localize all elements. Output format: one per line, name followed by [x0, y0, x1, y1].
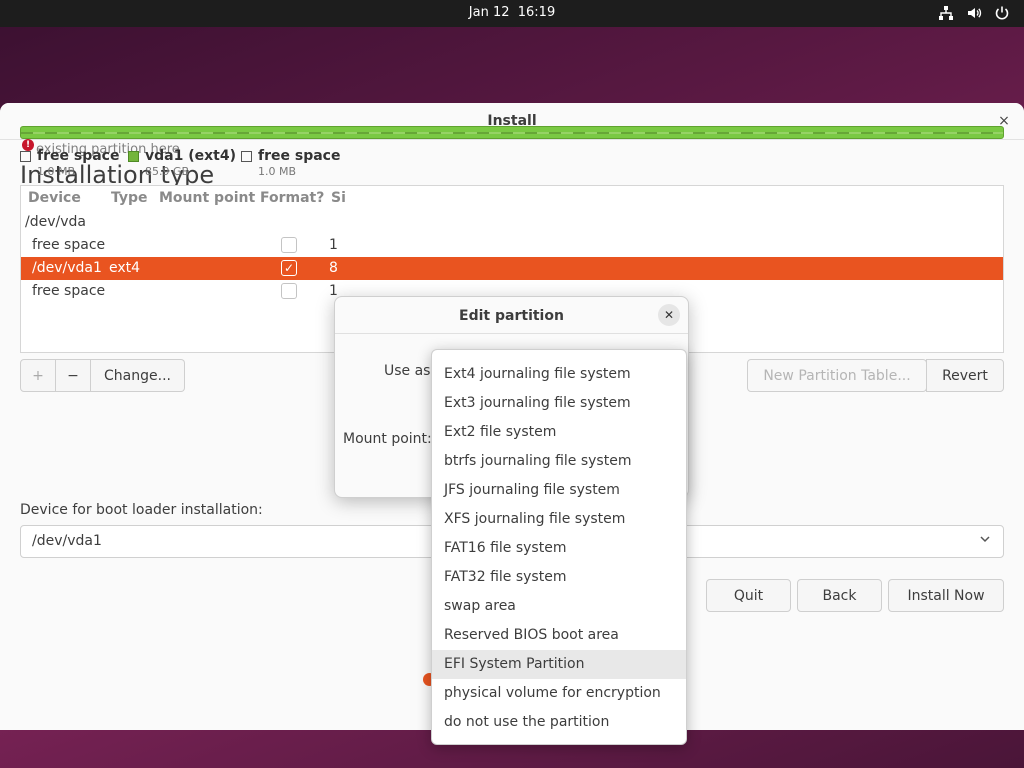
- quit-button[interactable]: Quit: [706, 579, 791, 612]
- use-as-option[interactable]: JFS journaling file system: [432, 476, 686, 505]
- volume-icon[interactable]: [966, 5, 982, 21]
- cell-type: ext4: [109, 260, 141, 276]
- boot-loader-label: Device for boot loader installation:: [20, 502, 263, 518]
- dialog-title: Edit partition: [459, 308, 564, 324]
- cell-size: 8: [329, 260, 338, 276]
- dialog-header[interactable]: Edit partition ✕: [335, 297, 688, 334]
- column-header-device[interactable]: Device: [28, 190, 81, 206]
- format-checkbox[interactable]: [281, 237, 297, 253]
- use-as-option[interactable]: do not use the partition: [432, 708, 686, 737]
- new-partition-table-button[interactable]: New Partition Table...: [747, 359, 927, 392]
- partition-toolbar: + − Change...: [20, 359, 185, 392]
- legend-swatch: [20, 151, 31, 162]
- table-row[interactable]: free space 1: [21, 234, 1003, 257]
- legend-item-free-space-2: free space 1.0 MB: [241, 148, 340, 178]
- power-icon[interactable]: [994, 5, 1010, 21]
- legend-name: vda1 (ext4): [145, 148, 236, 164]
- cell-device: free space: [32, 237, 106, 253]
- network-icon[interactable]: [938, 5, 954, 21]
- use-as-option[interactable]: XFS journaling file system: [432, 505, 686, 534]
- format-checkbox[interactable]: [281, 283, 297, 299]
- clock-time: 16:19: [517, 5, 556, 20]
- chevron-down-icon: [979, 533, 991, 549]
- legend-swatch: [128, 151, 139, 162]
- use-as-dropdown-list[interactable]: Ext4 journaling file system Ext3 journali…: [431, 349, 687, 745]
- install-now-button[interactable]: Install Now: [888, 579, 1004, 612]
- change-partition-button[interactable]: Change...: [91, 359, 185, 392]
- revert-button[interactable]: Revert: [926, 359, 1004, 392]
- column-header-size[interactable]: Si: [331, 190, 346, 206]
- mount-point-label: Mount point:: [343, 431, 432, 447]
- cell-device: /dev/vda: [25, 214, 86, 230]
- use-as-option[interactable]: swap area: [432, 592, 686, 621]
- legend-name: free space: [258, 148, 341, 164]
- legend-size: 1.0 MB: [258, 165, 297, 178]
- column-header-type[interactable]: Type: [111, 190, 148, 206]
- use-as-option[interactable]: Ext3 journaling file system: [432, 389, 686, 418]
- use-as-option[interactable]: btrfs journaling file system: [432, 447, 686, 476]
- legend-item-free-space-1: free space 1.0 MB: [20, 148, 119, 178]
- table-row[interactable]: /dev/vda: [21, 211, 1003, 234]
- legend-item-vda1: vda1 (ext4) 85.9 GB: [128, 148, 236, 178]
- format-checkbox[interactable]: ✓: [281, 260, 297, 276]
- use-as-option[interactable]: Reserved BIOS boot area: [432, 621, 686, 650]
- cell-size: 1: [329, 237, 338, 253]
- remove-partition-button[interactable]: −: [56, 359, 91, 392]
- column-header-mount-point[interactable]: Mount point: [159, 190, 255, 206]
- legend-name: free space: [37, 148, 120, 164]
- use-as-option[interactable]: EFI System Partition: [432, 650, 686, 679]
- table-header: Device Type Mount point Format? Si: [21, 186, 1003, 210]
- clock-date: Jan 12: [468, 5, 510, 20]
- table-row-selected[interactable]: /dev/vda1 ext4 ✓ 8: [21, 257, 1003, 280]
- boot-loader-value: /dev/vda1: [32, 533, 102, 549]
- legend-size: 1.0 MB: [37, 165, 76, 178]
- dialog-close-icon[interactable]: ✕: [658, 304, 680, 326]
- back-button[interactable]: Back: [797, 579, 882, 612]
- use-as-option[interactable]: physical volume for encryption: [432, 679, 686, 708]
- partition-bar: [20, 126, 1004, 139]
- clock[interactable]: Jan 12 16:19: [0, 5, 1024, 20]
- add-partition-button[interactable]: +: [20, 359, 56, 392]
- system-tray[interactable]: [938, 5, 1010, 21]
- cell-device: /dev/vda1: [32, 260, 102, 276]
- use-as-option[interactable]: FAT32 file system: [432, 563, 686, 592]
- legend-size: 85.9 GB: [145, 165, 190, 178]
- use-as-option[interactable]: Ext4 journaling file system: [432, 360, 686, 389]
- legend-swatch: [241, 151, 252, 162]
- use-as-label: Use as:: [384, 363, 436, 379]
- cell-device: free space: [32, 283, 106, 299]
- use-as-option[interactable]: Ext2 file system: [432, 418, 686, 447]
- column-header-format[interactable]: Format?: [260, 190, 324, 206]
- use-as-option[interactable]: FAT16 file system: [432, 534, 686, 563]
- top-bar: Jan 12 16:19: [0, 0, 1024, 27]
